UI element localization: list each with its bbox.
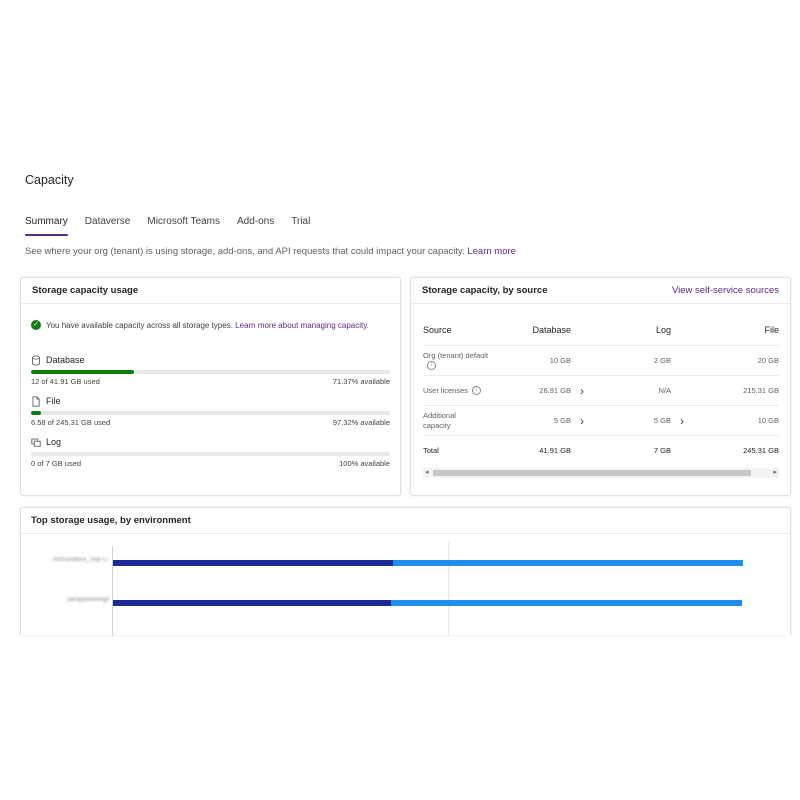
used-text: 12 of 41.91 GB used — [31, 377, 100, 386]
log-icon — [31, 438, 41, 447]
database-cell: 41.91 GB — [539, 446, 571, 455]
view-self-service-sources-link[interactable]: View self-service sources — [672, 278, 779, 303]
log-cell: 5 GB — [593, 405, 671, 436]
horizontal-scrollbar[interactable]: ◂ ▸ — [423, 468, 779, 478]
used-text: 6.58 of 245.31 GB used — [31, 418, 111, 427]
usage-bar-fill — [31, 370, 134, 374]
status-text: You have available capacity across all s… — [46, 320, 233, 330]
column-header-log: Log — [593, 314, 671, 346]
database-cell: 5 GB — [499, 405, 571, 436]
scrollbar-thumb[interactable] — [433, 470, 751, 476]
bar-segment-light[interactable] — [393, 560, 743, 566]
usage-bar-fill — [31, 411, 41, 415]
source-cell: Org (tenant) defaulti — [423, 345, 499, 376]
meter-label: Log — [46, 437, 62, 447]
storage-usage-header: Storage capacity usage — [21, 278, 400, 304]
chevron-right-icon[interactable]: › — [671, 405, 693, 436]
table-row: Org (tenant) defaulti 10 GB 2 GB 20 GB — [423, 345, 779, 376]
bar-segment-dark[interactable] — [113, 560, 394, 566]
log-meter: Log 0 of 7 GB used 100% available — [31, 436, 390, 468]
file-icon — [32, 395, 40, 407]
storage-source-header: Storage capacity, by source View self-se… — [411, 278, 790, 304]
tab-bar: Summary Dataverse Microsoft Teams Add-on… — [25, 213, 327, 237]
checkmark-icon: ✓ — [31, 320, 41, 330]
card-title: Storage capacity usage — [32, 285, 139, 296]
table-row: User licenses i 26.91 GB › N/A 215.31 GB — [423, 375, 779, 406]
bar-segment-dark[interactable] — [113, 600, 392, 606]
log-cell: 2 GB — [593, 345, 671, 376]
database-icon — [32, 354, 40, 366]
column-header-database: Database — [499, 314, 571, 346]
info-icon[interactable]: i — [472, 386, 482, 396]
source-cell: Additional capacity — [423, 405, 499, 436]
available-text: 100% available — [339, 459, 390, 468]
tab-trial[interactable]: Trial — [291, 213, 310, 235]
learn-more-link[interactable]: Learn more — [467, 246, 516, 257]
file-cell: 215.31 GB — [693, 375, 779, 406]
page-description: See where your org (tenant) is using sto… — [25, 246, 516, 257]
table-row: Additional capacity 5 GB › 5 GB › 10 GB — [423, 405, 779, 436]
environment-label: perappnerningll — [67, 597, 109, 603]
column-header-file: File — [693, 314, 779, 346]
tab-summary[interactable]: Summary — [25, 213, 68, 236]
environment-label: TestSandbox_Sep-17 — [51, 557, 109, 563]
scroll-left-icon[interactable]: ◂ — [425, 469, 429, 477]
card-title: Storage capacity, by source — [422, 285, 548, 296]
table-header-row: Source Database Log File — [423, 314, 779, 346]
grid-line — [448, 542, 449, 636]
file-cell: 245.31 GB — [743, 446, 779, 455]
meter-label: File — [46, 396, 61, 406]
tab-dataverse[interactable]: Dataverse — [85, 213, 131, 235]
environment-usage-card: Top storage usage, by environment TestSa… — [20, 507, 792, 636]
page-title: Capacity — [25, 173, 74, 187]
card-title: Top storage usage, by environment — [31, 515, 191, 526]
description-text: See where your org (tenant) is using sto… — [25, 246, 465, 257]
available-text: 71.37% available — [332, 377, 390, 386]
capacity-status: ✓ You have available capacity across all… — [31, 320, 369, 330]
usage-bar — [31, 452, 390, 456]
table-total-row: Total 41.91 GB 7 GB 245.31 GB — [423, 436, 779, 466]
source-table: Source Database Log File Org (tenant) de… — [423, 314, 779, 465]
storage-usage-card: Storage capacity usage ✓ You have availa… — [20, 277, 401, 496]
meter-label: Database — [46, 355, 85, 365]
column-header-source: Source — [423, 314, 499, 346]
tab-microsoft-teams[interactable]: Microsoft Teams — [147, 213, 220, 235]
usage-bar — [31, 370, 390, 374]
info-icon[interactable]: i — [427, 360, 436, 370]
storage-source-card: Storage capacity, by source View self-se… — [410, 277, 791, 496]
file-cell: 10 GB — [693, 405, 779, 436]
environment-bar-chart: TestSandbox_Sep-17 perappnerningll — [21, 536, 792, 636]
usage-bar — [31, 411, 390, 415]
database-meter: Database 12 of 41.91 GB used 71.37% avai… — [31, 354, 390, 386]
database-cell: 26.91 GB — [499, 375, 571, 406]
used-text: 0 of 7 GB used — [31, 459, 82, 468]
managing-capacity-link[interactable]: Learn more about managing capacity. — [235, 321, 369, 330]
file-meter: File 6.58 of 245.31 GB used 97.32% avail… — [31, 395, 390, 427]
log-cell: 7 GB — [653, 446, 671, 455]
environment-usage-header: Top storage usage, by environment — [21, 508, 790, 534]
chevron-right-icon[interactable]: › — [571, 375, 593, 406]
source-cell: User licenses i — [423, 375, 499, 406]
source-cell: Total — [423, 446, 439, 455]
available-text: 97.32% available — [332, 418, 390, 427]
scroll-right-icon[interactable]: ▸ — [773, 469, 777, 477]
chevron-right-icon[interactable]: › — [571, 405, 593, 436]
tab-add-ons[interactable]: Add-ons — [237, 213, 274, 235]
file-cell: 20 GB — [693, 345, 779, 376]
bar-segment-light[interactable] — [391, 600, 742, 606]
log-cell: N/A — [593, 375, 671, 406]
database-cell: 10 GB — [499, 345, 571, 376]
